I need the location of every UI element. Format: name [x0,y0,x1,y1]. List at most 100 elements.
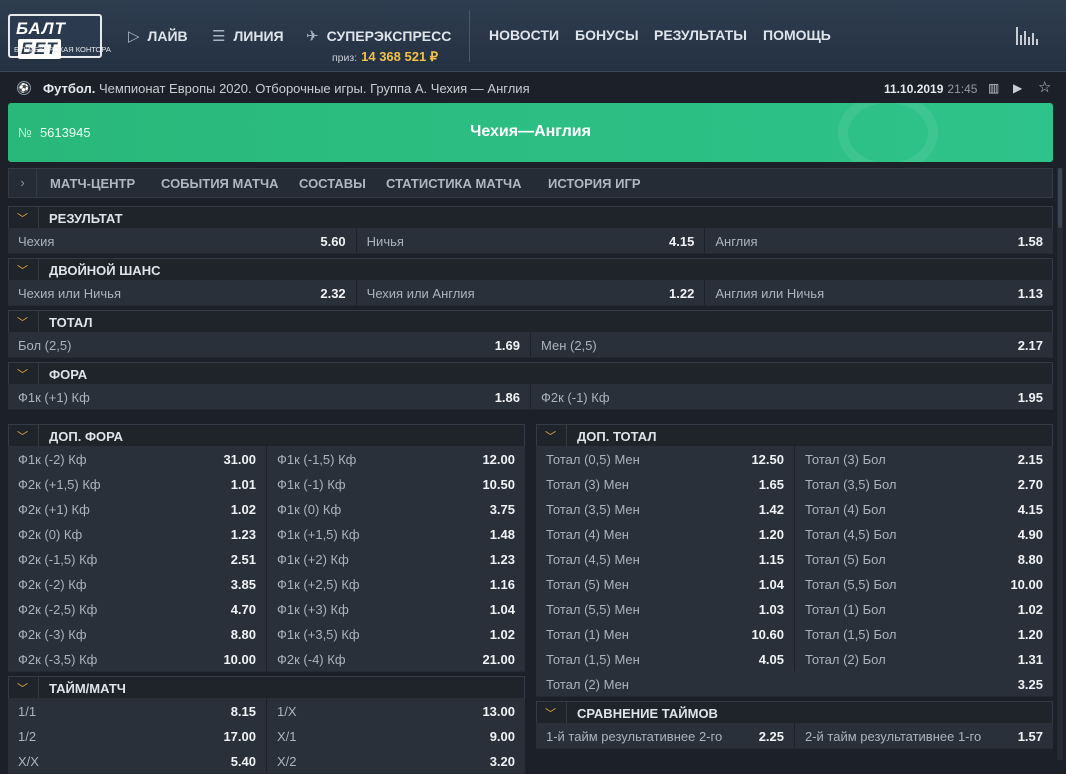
odds-cell[interactable]: Ф2к (-3,5) Кф 10.00 [8,646,267,671]
odds-row: Ф1к (+1) Кф 1.86 Ф2к (-1) Кф 1.95 [8,384,1053,409]
market-header[interactable]: ﹀ ТОТАЛ [8,310,1053,333]
odds-cell[interactable]: Тотал (5) Бол 8.80 [795,546,1053,571]
tab-match-center[interactable]: МАТЧ-ЦЕНТР [50,176,135,191]
outcome-name: Тотал (4) Бол [805,502,886,517]
chevron-down-icon[interactable]: ﹀ [17,210,28,226]
odds-cell[interactable]: Мен (2,5) 2.17 [531,332,1053,357]
odds-cell[interactable]: Тотал (0,5) Мен 12.50 [536,446,795,471]
nav-line[interactable]: ☰ ЛИНИЯ [212,27,284,45]
odds-cell[interactable]: Тотал (3) Мен 1.65 [536,471,795,496]
odds-cell[interactable]: Бол (2,5) 1.69 [8,332,531,357]
chevron-right-icon[interactable]: › [9,169,37,197]
odds-cell[interactable]: 1/1 8.15 [8,698,267,723]
video-icon[interactable]: ▶ [1013,81,1022,95]
market-header[interactable]: ﹀ ФОРА [8,362,1053,385]
odds-cell[interactable]: 2-й тайм результативнее 1-го 1.57 [795,723,1053,748]
tab-match-stats[interactable]: СТАТИСТИКА МАТЧА [386,176,522,191]
odds-cell[interactable]: Тотал (3,5) Бол 2.70 [795,471,1053,496]
chevron-down-icon[interactable]: ﹀ [17,366,28,382]
odds-cell[interactable]: X/2 3.20 [267,748,525,773]
stats-icon[interactable] [1016,25,1038,45]
odds-cell[interactable]: 1-й тайм результативнее 2-го 2.25 [536,723,795,748]
odds-cell[interactable]: Чехия или Англия 1.22 [356,280,706,305]
nav-news[interactable]: НОВОСТИ [489,27,559,43]
odds-cell[interactable]: Тотал (3) Бол 2.15 [795,446,1053,471]
market-header[interactable]: ﹀ ДОП. ТОТАЛ [536,424,1053,447]
market-header[interactable]: ﹀ ДВОЙНОЙ ШАНС [8,258,1053,281]
nav-line-label: ЛИНИЯ [233,28,284,44]
odds-cell[interactable]: Ф1к (-1,5) Кф 12.00 [267,446,525,471]
nav-superexpress[interactable]: ✈ СУПЕРЭКСПРЕСС [306,27,451,45]
odds-cell[interactable]: Ф1к (-1) Кф 10.50 [267,471,525,496]
odds-cell[interactable]: Ф2к (-4) Кф 21.00 [267,646,525,671]
odds-cell[interactable]: Англия 1.58 [705,228,1054,253]
market-header[interactable]: ﹀ ДОП. ФОРА [8,424,525,447]
odds-cell[interactable]: Ф2к (+1) Кф 1.02 [8,496,267,521]
odds-cell[interactable]: Ф2к (-1,5) Кф 2.51 [8,546,267,571]
chevron-down-icon[interactable]: ﹀ [17,262,28,278]
odds-cell[interactable]: Ф1к (+2,5) Кф 1.16 [267,571,525,596]
odds-cell[interactable]: Ф1к (-2) Кф 31.00 [8,446,267,471]
nav-help[interactable]: ПОМОЩЬ [763,27,831,43]
odds-cell[interactable]: Ф1к (+3) Кф 1.04 [267,596,525,621]
odds-cell[interactable]: Тотал (2) Мен 3.25 [536,671,1053,696]
market-header[interactable]: ﹀ РЕЗУЛЬТАТ [8,206,1053,229]
stats-chart-icon[interactable]: ▥ [988,81,999,95]
chevron-down-icon[interactable]: ﹀ [545,428,556,444]
odds-cell[interactable]: 1/X 13.00 [267,698,525,723]
odds-cell[interactable]: Ф1к (+1) Кф 1.86 [8,384,531,409]
odds-cell[interactable]: Тотал (1,5) Мен 4.05 [536,646,795,671]
chevron-down-icon[interactable]: ﹀ [545,705,556,721]
tab-game-history[interactable]: ИСТОРИЯ ИГР [548,176,641,191]
chevron-down-icon[interactable]: ﹀ [17,314,28,330]
baltbet-logo[interactable]: БАЛТБЕТ БУКМЕКЕРСКАЯ КОНТОРА [8,14,111,59]
odds-cell[interactable]: Тотал (3,5) Мен 1.42 [536,496,795,521]
market-header[interactable]: ﹀ СРАВНЕНИЕ ТАЙМОВ [536,701,1053,724]
odds-cell[interactable]: X/X 5.40 [8,748,267,773]
odds-cell[interactable]: Тотал (4,5) Мен 1.15 [536,546,795,571]
odds-cell[interactable]: Ф2к (-2) Кф 3.85 [8,571,267,596]
odds-cell[interactable]: Чехия или Ничья 2.32 [8,280,357,305]
odds-cell[interactable]: Ф1к (0) Кф 3.75 [267,496,525,521]
odds-cell[interactable]: Тотал (1,5) Бол 1.20 [795,621,1053,646]
odds-cell[interactable]: Тотал (5) Мен 1.04 [536,571,795,596]
odds-cell[interactable]: Чехия 5.60 [8,228,357,253]
odds-cell[interactable]: 1/2 17.00 [8,723,267,748]
odds-cell[interactable]: Тотал (1) Мен 10.60 [536,621,795,646]
odds-cell[interactable]: Ф2к (-3) Кф 8.80 [8,621,267,646]
breadcrumb-sport[interactable]: Футбол. [43,81,95,96]
odds-cell[interactable]: Тотал (5,5) Бол 10.00 [795,571,1053,596]
odds-cell[interactable]: Тотал (1) Бол 1.02 [795,596,1053,621]
odds-value: 1.04 [758,577,784,592]
nav-live-label: ЛАЙВ [147,28,188,44]
scrollbar[interactable] [1057,168,1063,760]
odds-cell[interactable]: X/1 9.00 [267,723,525,748]
scrollbar-thumb[interactable] [1058,168,1062,228]
odds-cell[interactable]: Тотал (5,5) Мен 1.03 [536,596,795,621]
odds-cell[interactable]: Ф2к (-1) Кф 1.95 [531,384,1053,409]
odds-cell[interactable]: Тотал (4) Бол 4.15 [795,496,1053,521]
tab-match-events[interactable]: СОБЫТИЯ МАТЧА [161,176,279,191]
odds-cell[interactable]: Ф2к (+1,5) Кф 1.01 [8,471,267,496]
odds-cell[interactable]: Ф1к (+2) Кф 1.23 [267,546,525,571]
star-icon[interactable]: ☆ [1038,78,1051,96]
odds-cell[interactable]: Ф1к (+1,5) Кф 1.48 [267,521,525,546]
odds-cell[interactable]: Тотал (4,5) Бол 4.90 [795,521,1053,546]
nav-bonuses[interactable]: БОНУСЫ [575,27,639,43]
market-header[interactable]: ﹀ ТАЙМ/МАТЧ [8,676,525,699]
odds-cell[interactable]: Ф2к (0) Кф 1.23 [8,521,267,546]
odds-cell[interactable]: Ф2к (-2,5) Кф 4.70 [8,596,267,621]
odds-cell[interactable]: Англия или Ничья 1.13 [705,280,1054,305]
odds-value: 1.57 [1017,729,1043,744]
market-total: ﹀ ТОТАЛ Бол (2,5) 1.69 Мен (2,5) 2.17 [8,310,1053,358]
tab-lineups[interactable]: СОСТАВЫ [299,176,366,191]
odds-cell[interactable]: Ничья 4.15 [356,228,706,253]
outcome-name: X/2 [277,754,297,769]
odds-cell[interactable]: Тотал (2) Бол 1.31 [795,646,1053,671]
nav-results[interactable]: РЕЗУЛЬТАТЫ [654,27,747,43]
odds-cell[interactable]: Ф1к (+3,5) Кф 1.02 [267,621,525,646]
odds-cell[interactable]: Тотал (4) Мен 1.20 [536,521,795,546]
nav-live[interactable]: ▷ ЛАЙВ [128,27,188,45]
chevron-down-icon[interactable]: ﹀ [17,680,28,696]
chevron-down-icon[interactable]: ﹀ [17,428,28,444]
